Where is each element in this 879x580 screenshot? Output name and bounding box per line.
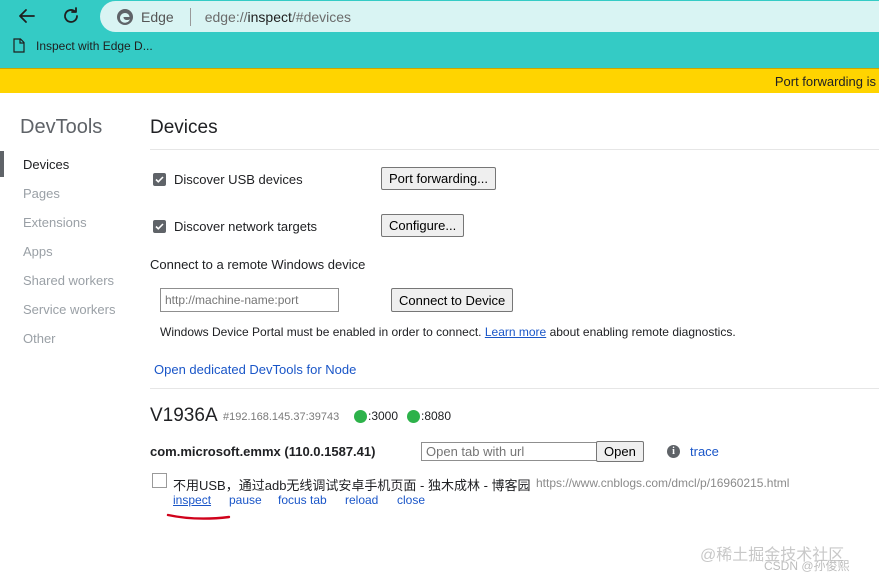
remote-page-url: https://www.cnblogs.com/dmcl/p/16960215.…	[536, 476, 790, 490]
discover-usb-checkbox[interactable]: Discover USB devices	[153, 172, 303, 187]
configure-button[interactable]: Configure...	[381, 214, 465, 237]
learn-more-link[interactable]: Learn more	[485, 325, 546, 339]
focus-tab-link[interactable]: focus tab	[278, 493, 327, 507]
sidebar-item-other[interactable]: Other	[23, 331, 56, 346]
refresh-icon	[64, 7, 78, 23]
remote-device-heading: Connect to a remote Windows device	[150, 257, 366, 272]
sidebar-item-extensions[interactable]: Extensions	[23, 215, 87, 230]
trace-link[interactable]: trace	[690, 444, 719, 459]
page-title: Devices	[150, 117, 218, 138]
green-status-dot-icon	[407, 409, 420, 423]
pause-link[interactable]: pause	[229, 493, 262, 507]
back-arrow-icon	[19, 9, 35, 23]
discover-network-checkbox[interactable]: Discover network targets	[153, 219, 317, 234]
edge-logo-icon	[117, 8, 133, 25]
watermark-csdn: CSDN @孙俊熙	[764, 559, 850, 573]
sidebar-item-apps[interactable]: Apps	[23, 244, 53, 259]
sidebar-item-devices[interactable]: Devices	[23, 157, 69, 172]
bookmark-inspect[interactable]: Inspect with Edge D...	[13, 38, 153, 53]
sidebar-selection-indicator	[0, 151, 4, 177]
address-url: edge://inspect/#devices	[204, 8, 352, 25]
banner-text: Port forwarding is	[774, 74, 876, 89]
back-button[interactable]	[15, 4, 39, 28]
remote-page-title: 不用USB，通过adb无线调试安卓手机页面 - 独木成林 - 博客园	[173, 478, 531, 493]
discover-usb-label: Discover USB devices	[174, 172, 303, 187]
device-name: V1936A	[150, 405, 218, 426]
info-icon: i	[667, 445, 680, 458]
red-underline-annotation	[166, 513, 231, 520]
checkbox-checked-icon	[153, 220, 166, 233]
green-status-dot-icon	[354, 409, 367, 423]
port-status-8080: :8080	[407, 409, 451, 423]
close-link[interactable]: close	[397, 493, 425, 507]
connect-to-device-button[interactable]: Connect to Device	[391, 288, 514, 312]
open-tab-url-input[interactable]: Open tab with url	[421, 442, 597, 461]
title-divider	[150, 149, 879, 150]
reload-link[interactable]: reload	[345, 493, 378, 507]
refresh-button[interactable]	[59, 4, 83, 28]
bookmark-label: Inspect with Edge D...	[36, 38, 153, 53]
section-divider	[150, 388, 879, 389]
page-icon	[13, 38, 25, 53]
checkbox-checked-icon	[153, 173, 166, 186]
portal-note: Windows Device Portal must be enabled in…	[160, 325, 736, 339]
page-checkbox[interactable]	[152, 473, 167, 488]
port-forwarding-banner: Port forwarding is	[0, 68, 879, 93]
port-forwarding-button[interactable]: Port forwarding...	[381, 167, 496, 190]
sidebar-title: DevTools	[20, 116, 103, 138]
device-serial: #192.168.145.37:39743	[223, 411, 340, 423]
address-bar[interactable]: Edge edge://inspect/#devices	[100, 1, 879, 32]
package-name: com.microsoft.emmx (110.0.1587.41)	[150, 444, 376, 459]
sidebar-item-service-workers[interactable]: Service workers	[23, 302, 115, 317]
port-status-3000: :3000	[354, 409, 398, 423]
browser-brand: Edge	[141, 8, 174, 25]
discover-network-label: Discover network targets	[174, 219, 318, 234]
inspect-link[interactable]: inspect	[173, 493, 211, 507]
open-node-devtools-link[interactable]: Open dedicated DevTools for Node	[154, 362, 356, 377]
remote-device-input[interactable]: http://machine-name:port	[160, 288, 339, 312]
sidebar-item-shared-workers[interactable]: Shared workers	[23, 273, 114, 288]
address-separator	[189, 7, 191, 26]
open-tab-button[interactable]: Open	[596, 441, 644, 462]
sidebar-item-pages[interactable]: Pages	[23, 186, 60, 201]
